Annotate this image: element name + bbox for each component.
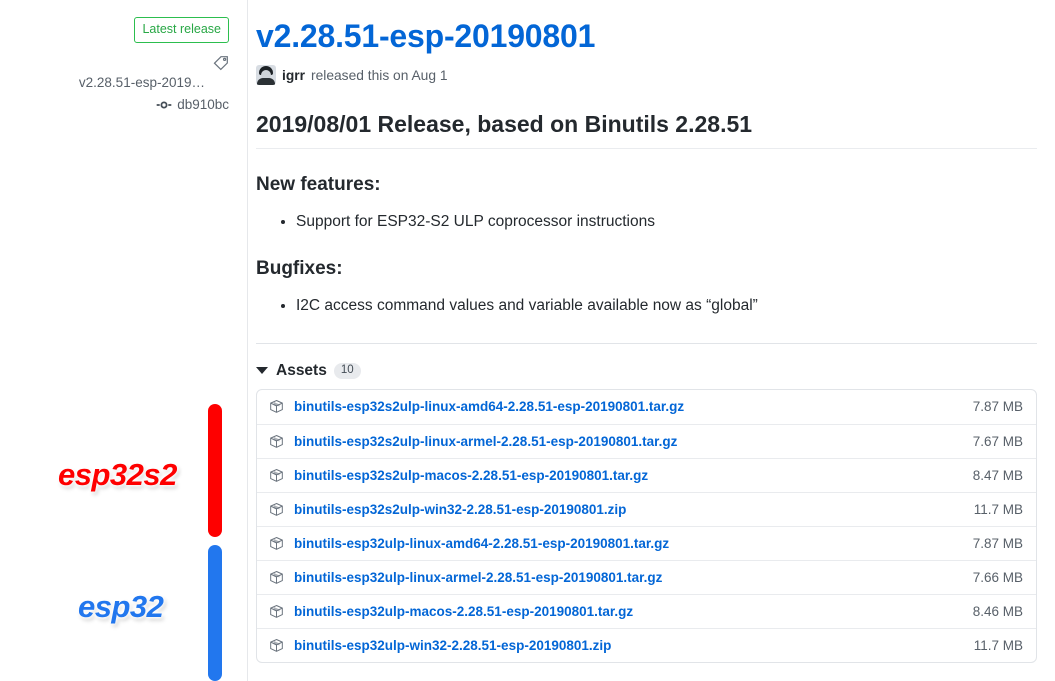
annotation-label-esp32s2: esp32s2 (56, 455, 180, 495)
latest-release-badge: Latest release (134, 17, 229, 43)
release-main: v2.28.51-esp-20190801 igrr released this… (248, 0, 1055, 681)
annotation-bar-esp32 (208, 545, 222, 681)
table-row[interactable]: binutils-esp32s2ulp-linux-armel-2.28.51-… (257, 423, 1036, 458)
package-icon (269, 399, 285, 414)
table-row[interactable]: binutils-esp32s2ulp-win32-2.28.51-esp-20… (257, 491, 1036, 526)
list-item: Support for ESP32-S2 ULP coprocessor ins… (296, 210, 1037, 233)
table-row[interactable]: binutils-esp32s2ulp-linux-amd64-2.28.51-… (257, 390, 1036, 424)
assets-toggle[interactable]: Assets 10 (256, 362, 1037, 380)
list-item: I2C access command values and variable a… (296, 294, 1037, 317)
asset-size: 7.66 MB (972, 569, 1023, 585)
release-page: Latest release v2.28.51-esp-2019… db910b… (0, 0, 1055, 681)
asset-size: 11.7 MB (973, 501, 1023, 517)
asset-name[interactable]: binutils-esp32s2ulp-macos-2.28.51-esp-20… (294, 468, 648, 483)
table-row[interactable]: binutils-esp32ulp-linux-amd64-2.28.51-es… (257, 525, 1036, 560)
commit-sha: db910bc (177, 97, 229, 112)
asset-name[interactable]: binutils-esp32ulp-win32-2.28.51-esp-2019… (294, 638, 611, 653)
section-heading-bugfixes: Bugfixes: (256, 257, 343, 279)
asset-size: 7.67 MB (972, 433, 1023, 449)
tag-name[interactable]: v2.28.51-esp-2019… (0, 75, 205, 90)
annotation-label-esp32: esp32 (75, 587, 166, 627)
commit-icon (156, 97, 172, 113)
assets-divider (256, 342, 1037, 344)
annotation-bar-esp32s2 (208, 404, 222, 537)
asset-name[interactable]: binutils-esp32s2ulp-linux-amd64-2.28.51-… (294, 399, 684, 414)
commit-row[interactable]: db910bc (0, 97, 229, 113)
asset-name[interactable]: binutils-esp32ulp-linux-armel-2.28.51-es… (294, 570, 662, 585)
package-icon (269, 536, 285, 551)
table-row[interactable]: binutils-esp32ulp-macos-2.28.51-esp-2019… (257, 593, 1036, 628)
avatar[interactable] (256, 65, 276, 85)
release-byline: igrr released this on Aug 1 (256, 65, 1037, 85)
asset-size: 7.87 MB (972, 535, 1023, 551)
asset-name[interactable]: binutils-esp32ulp-linux-amd64-2.28.51-es… (294, 536, 669, 551)
release-notes-title: 2019/08/01 Release, based on Binutils 2.… (256, 110, 1037, 149)
release-byline-text: released this on Aug 1 (311, 67, 448, 83)
assets-list: binutils-esp32s2ulp-linux-amd64-2.28.51-… (256, 388, 1037, 663)
assets-label: Assets (276, 361, 327, 379)
package-icon (269, 638, 285, 653)
package-icon (269, 502, 285, 517)
asset-size: 7.87 MB (972, 399, 1023, 415)
assets-count-badge: 10 (333, 362, 361, 379)
tag-icon-row (0, 54, 229, 72)
table-row[interactable]: binutils-esp32s2ulp-macos-2.28.51-esp-20… (257, 457, 1036, 492)
package-icon (269, 604, 285, 619)
tag-icon (213, 55, 229, 71)
asset-size: 8.47 MB (972, 467, 1023, 483)
chevron-down-icon (256, 367, 268, 375)
asset-size: 11.7 MB (973, 637, 1023, 653)
section-list-new-features: Support for ESP32-S2 ULP coprocessor ins… (256, 210, 1037, 233)
author-name[interactable]: igrr (282, 68, 305, 83)
asset-size: 8.46 MB (972, 603, 1023, 619)
release-title[interactable]: v2.28.51-esp-20190801 (256, 16, 1037, 56)
package-icon (269, 468, 285, 483)
table-row[interactable]: binutils-esp32ulp-linux-armel-2.28.51-es… (257, 559, 1036, 594)
asset-name[interactable]: binutils-esp32s2ulp-linux-armel-2.28.51-… (294, 434, 677, 449)
section-list-bugfixes: I2C access command values and variable a… (256, 294, 1037, 317)
package-icon (269, 570, 285, 585)
asset-name[interactable]: binutils-esp32ulp-macos-2.28.51-esp-2019… (294, 604, 633, 619)
section-heading-new-features: New features: (256, 173, 381, 195)
asset-name[interactable]: binutils-esp32s2ulp-win32-2.28.51-esp-20… (294, 502, 626, 517)
table-row[interactable]: binutils-esp32ulp-win32-2.28.51-esp-2019… (257, 627, 1036, 662)
package-icon (269, 434, 285, 449)
